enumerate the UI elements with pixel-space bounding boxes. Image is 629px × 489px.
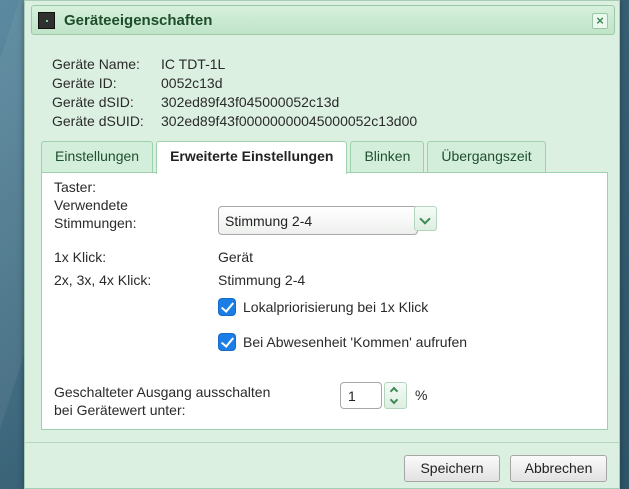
device-id-label: Geräte ID: xyxy=(52,75,117,91)
device-id-value: 0052c13d xyxy=(161,75,223,91)
threshold-stepper[interactable] xyxy=(384,382,407,409)
device-id-row: Geräte ID: 0052c13d xyxy=(52,74,417,93)
stimmungen-select[interactable]: Stimmung 2-4 xyxy=(218,206,418,235)
dialog-title: Geräteeigenschaften xyxy=(64,12,213,29)
lokalpriorisierung-checkbox[interactable] xyxy=(218,298,236,316)
threshold-label-line2: bei Gerätewert unter: xyxy=(54,402,186,418)
device-name-value: IC TDT-1L xyxy=(161,56,226,72)
abwesenheit-label[interactable]: Bei Abwesenheit 'Kommen' aufrufen xyxy=(243,334,467,350)
device-dsuid-label: Geräte dSUID: xyxy=(52,113,144,129)
threshold-label-line1: Geschalteter Ausgang ausschalten xyxy=(54,384,271,400)
chevron-down-icon[interactable] xyxy=(414,206,437,231)
device-dsuid-value: 302ed89f43f00000000045000052c13d00 xyxy=(161,113,418,129)
klick234-value: Stimmung 2-4 xyxy=(218,272,306,288)
tab-einstellungen[interactable]: Einstellungen xyxy=(41,141,154,172)
abwesenheit-checkbox[interactable] xyxy=(218,333,236,351)
tab-bar: Einstellungen Erweiterte Einstellungen B… xyxy=(41,141,549,174)
footer-divider xyxy=(25,442,619,443)
threshold-unit: % xyxy=(415,387,428,403)
stimmungen-label-line1: Verwendete xyxy=(54,197,128,213)
taster-label: Taster: xyxy=(54,179,97,195)
tab-erweiterte-einstellungen[interactable]: Erweiterte Einstellungen xyxy=(156,141,348,174)
device-dsid-value: 302ed89f43f045000052c13d xyxy=(161,94,340,110)
chevron-up-icon[interactable] xyxy=(389,386,399,396)
device-dsuid-row: Geräte dSUID: 302ed89f43f000000000450000… xyxy=(52,112,417,131)
close-button[interactable]: × xyxy=(592,13,608,29)
klick1-value: Gerät xyxy=(218,249,254,265)
chevron-down-icon[interactable] xyxy=(389,395,399,405)
tab-panel-erweiterte-einstellungen: Taster: Verwendete Stimmungen: Stimmung … xyxy=(41,172,608,430)
device-dsid-label: Geräte dSID: xyxy=(52,94,134,110)
cancel-button[interactable]: Abbrechen xyxy=(510,455,607,482)
klick234-label: 2x, 3x, 4x Klick: xyxy=(54,272,152,288)
device-name-row: Geräte Name: IC TDT-1L xyxy=(52,55,417,74)
klick1-label: 1x Klick: xyxy=(54,249,107,265)
tab-uebergangszeit[interactable]: Übergangszeit xyxy=(427,141,546,172)
device-info: Geräte Name: IC TDT-1L Geräte ID: 0052c1… xyxy=(52,55,417,131)
tab-blinken[interactable]: Blinken xyxy=(350,141,425,172)
device-dsid-row: Geräte dSID: 302ed89f43f045000052c13d xyxy=(52,93,417,112)
save-button[interactable]: Speichern xyxy=(404,455,500,482)
device-properties-dialog: Geräteeigenschaften × Geräte Name: IC TD… xyxy=(24,0,620,489)
dialog-titlebar[interactable]: Geräteeigenschaften × xyxy=(31,5,615,35)
stimmungen-label-line2: Stimmungen: xyxy=(54,215,137,231)
threshold-input[interactable]: 1 xyxy=(340,382,382,409)
device-name-label: Geräte Name: xyxy=(52,56,140,72)
dialog-app-icon xyxy=(38,12,55,29)
lokalpriorisierung-label[interactable]: Lokalpriorisierung bei 1x Klick xyxy=(243,299,428,315)
